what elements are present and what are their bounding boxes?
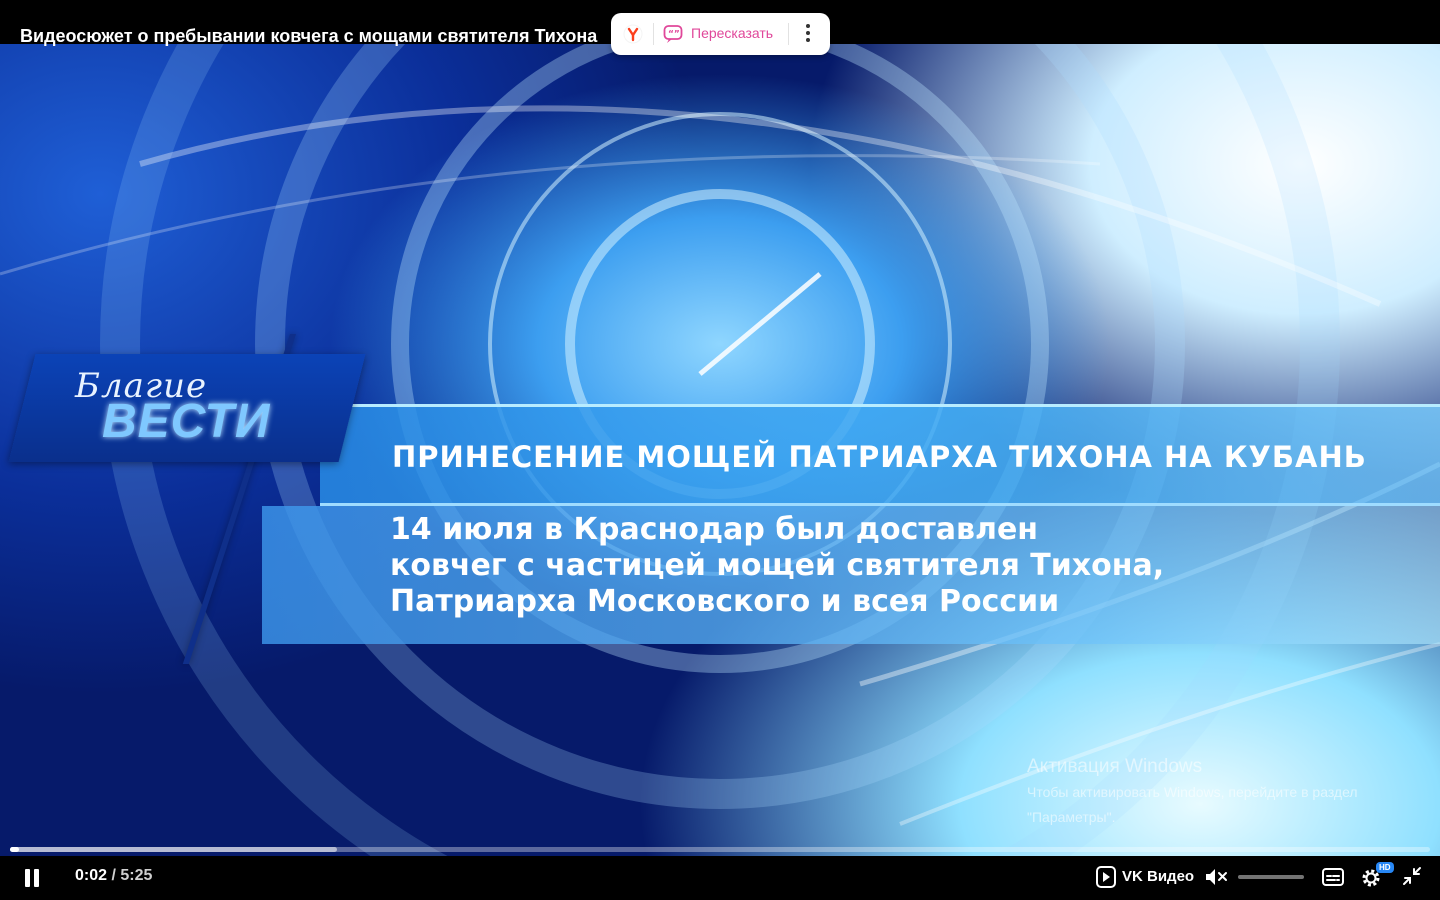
retell-popup: “” Пересказать (611, 13, 830, 55)
time-display: 0:02 / 5:25 (75, 867, 152, 885)
volume-muted-icon[interactable] (1204, 866, 1230, 893)
vk-video-brand[interactable]: VK Видео (1122, 868, 1194, 885)
windows-activation-watermark: Активация Windows Чтобы активировать Win… (1027, 756, 1358, 828)
popup-divider (788, 23, 789, 45)
retell-icon[interactable]: “” (663, 24, 683, 49)
popup-divider (653, 23, 654, 45)
logo-main-text: ВЕСТИ (102, 395, 271, 448)
news-body: 14 июля в Краснодар был доставлен ковчег… (390, 512, 1290, 620)
watermark-line1: Чтобы активировать Windows, перейдите в … (1027, 784, 1358, 800)
time-separator: / (107, 867, 121, 884)
svg-text:“”: “” (668, 30, 680, 40)
progress-bar[interactable] (10, 847, 1430, 852)
video-player[interactable]: Благие ВЕСТИ ПРИНЕСЕНИЕ МОЩЕЙ ПАТРИАРХА … (0, 0, 1440, 900)
watermark-line2: "Параметры". (1027, 809, 1116, 825)
watermark-title: Активация Windows (1027, 756, 1203, 777)
volume-slider[interactable] (1238, 875, 1304, 879)
hd-badge: HD (1376, 862, 1394, 873)
news-body-line: Патриарха Московского и всея России (390, 584, 1060, 619)
news-body-line: 14 июля в Краснодар был доставлен (390, 512, 1039, 547)
video-frame[interactable]: Благие ВЕСТИ ПРИНЕСЕНИЕ МОЩЕЙ ПАТРИАРХА … (0, 44, 1440, 856)
current-time: 0:02 (75, 867, 108, 884)
retell-button[interactable]: Пересказать (691, 25, 773, 41)
progress-played (10, 847, 19, 852)
duration: 5:25 (120, 867, 153, 884)
progress-buffered (10, 847, 337, 852)
subtitles-icon[interactable] (1322, 867, 1344, 892)
vk-video-icon[interactable] (1096, 866, 1116, 893)
news-headline: ПРИНЕСЕНИЕ МОЩЕЙ ПАТРИАРХА ТИХОНА НА КУБ… (392, 440, 1367, 474)
video-title[interactable]: Видеосюжет о пребывании ковчега с мощами… (20, 26, 620, 47)
exit-fullscreen-icon[interactable] (1402, 866, 1422, 891)
control-bar: 0:02 / 5:25 VK Видео HD (0, 856, 1440, 900)
pause-button[interactable] (24, 869, 40, 887)
more-vert-icon[interactable] (801, 21, 815, 47)
yandex-icon[interactable] (623, 24, 643, 44)
news-body-line: ковчег с частицей мощей святителя Тихона… (390, 548, 1165, 583)
